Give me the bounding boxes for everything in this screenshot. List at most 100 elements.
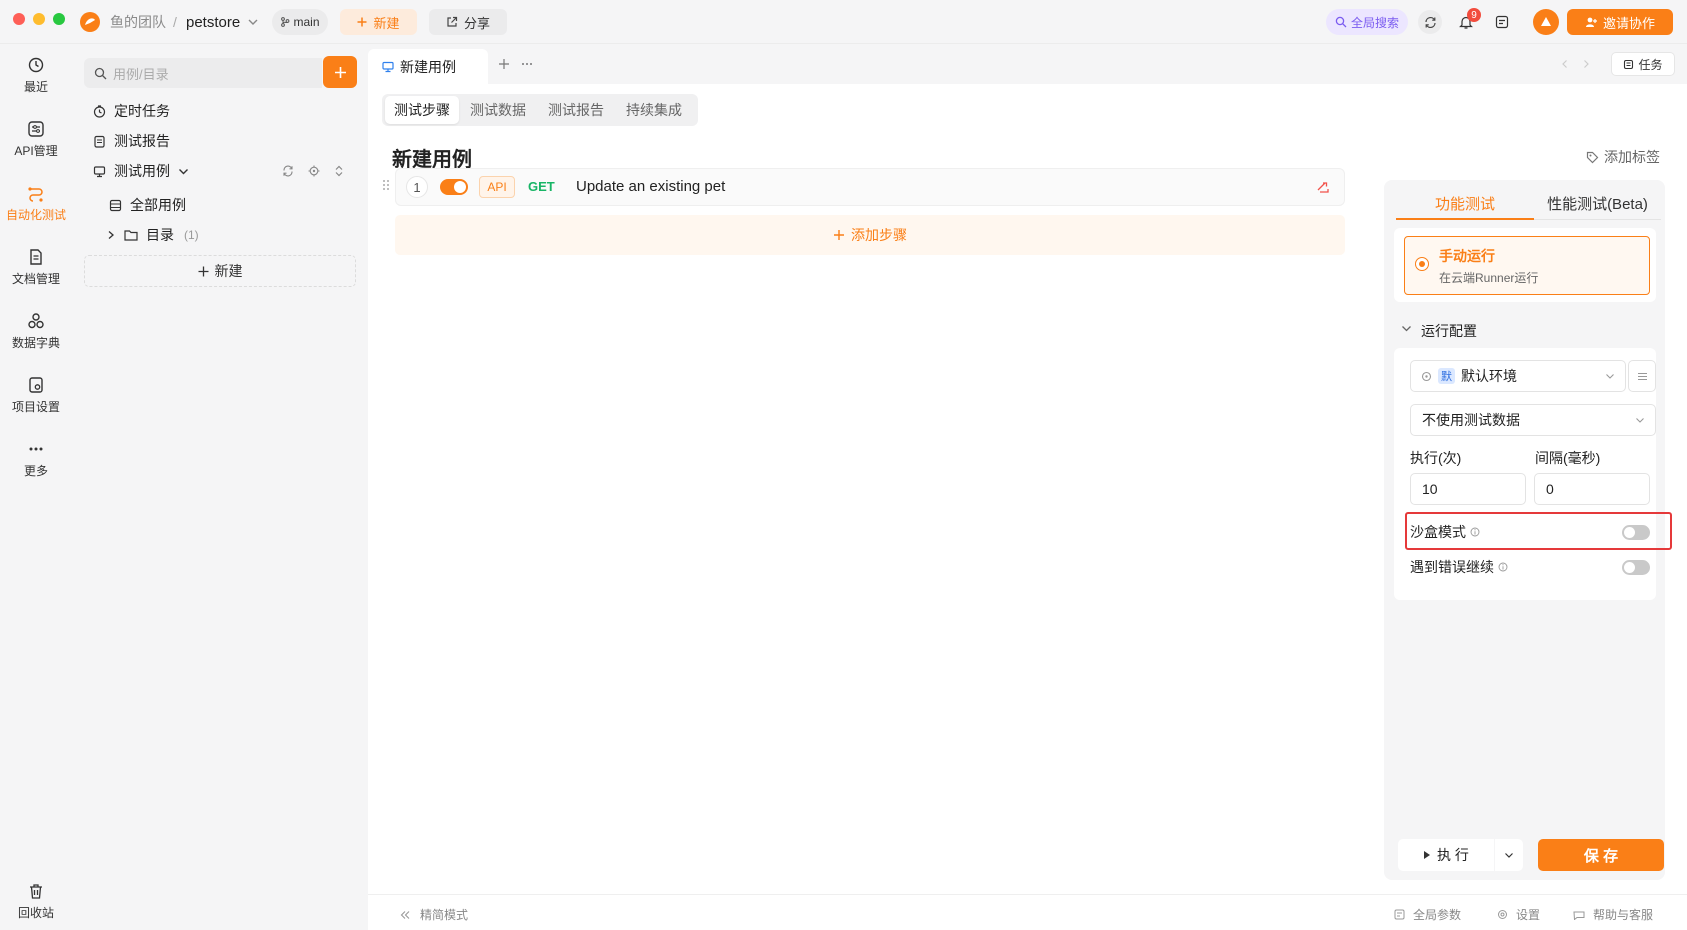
exec-count-value: 10 [1422, 481, 1438, 497]
branch-selector[interactable]: main [272, 9, 328, 35]
case-search-input[interactable]: 用例/目录 [84, 58, 322, 88]
chevron-down-icon[interactable] [1401, 323, 1412, 334]
step-sync-icon[interactable] [1316, 180, 1330, 194]
global-params-label: 全局参数 [1413, 908, 1462, 922]
user-avatar[interactable] [1533, 9, 1559, 35]
subtab-test-steps[interactable]: 测试步骤 [385, 96, 459, 124]
sandbox-mode-label: 沙盒模式 [1410, 524, 1466, 540]
rail-item-label: 自动化测试 [5, 208, 66, 222]
case-tree-panel: 用例/目录 定时任务 测试报告 测试用例 全部用例 目录 (1) 新建 [72, 44, 368, 930]
step-enable-toggle[interactable] [440, 179, 468, 195]
notification-badge: 9 [1467, 8, 1481, 22]
test-step-row[interactable]: 1 API GET Update an existing pet [395, 168, 1345, 206]
tab-performance-test[interactable]: 性能测试(Beta) [1534, 188, 1661, 220]
manual-run-option[interactable]: 手动运行 在云端Runner运行 [1404, 236, 1650, 295]
test-data-select[interactable]: 不使用测试数据 [1410, 404, 1656, 436]
rail-item-docs[interactable]: 文档管理 [0, 248, 72, 287]
search-icon [94, 67, 107, 80]
info-icon[interactable] [1498, 562, 1508, 572]
add-case-button[interactable] [323, 56, 357, 88]
rail-item-label: 数据字典 [11, 336, 60, 350]
step-name: Update an existing pet [576, 178, 726, 195]
task-button[interactable]: 任务 [1611, 52, 1675, 76]
run-options-dropdown[interactable] [1495, 839, 1523, 871]
close-window-button[interactable] [13, 13, 25, 25]
rail-item-dictionary[interactable]: 数据字典 [0, 312, 72, 351]
manual-run-subtitle: 在云端Runner运行 [1439, 271, 1539, 285]
more-tabs-icon[interactable] [521, 58, 533, 70]
tab-new-case[interactable]: 新建用例 [368, 49, 488, 84]
add-step-label: 添加步骤 [851, 227, 907, 243]
invite-collaborate-button[interactable]: 邀请协作 [1567, 9, 1673, 35]
report-icon [93, 135, 106, 148]
continue-on-error-toggle[interactable] [1622, 560, 1650, 575]
rail-item-recent[interactable]: 最近 [0, 56, 72, 95]
plus-icon [334, 66, 347, 79]
tree-item-folder[interactable]: 目录 (1) [72, 221, 368, 249]
trash-icon [27, 882, 45, 904]
add-tab-icon[interactable] [498, 58, 510, 70]
global-search-button[interactable]: 全局搜索 [1326, 9, 1408, 35]
manual-run-radio[interactable] [1415, 257, 1429, 271]
share-button[interactable]: 分享 [429, 9, 507, 35]
global-search-label: 全局搜索 [1350, 15, 1399, 30]
global-params-button[interactable]: 全局参数 [1394, 906, 1461, 923]
project-name[interactable]: petstore [186, 0, 240, 44]
settings-button[interactable]: 设置 [1497, 906, 1540, 923]
drag-handle-icon[interactable] [382, 179, 390, 193]
tree-item-all-cases[interactable]: 全部用例 [72, 191, 368, 219]
environment-manage-button[interactable] [1628, 360, 1656, 392]
add-tag-button[interactable]: 添加标签 [1586, 147, 1660, 167]
maximize-window-button[interactable] [53, 13, 65, 25]
rail-item-project-settings[interactable]: 项目设置 [0, 376, 72, 415]
chevron-down-icon[interactable] [178, 166, 189, 177]
chevron-down-icon[interactable] [248, 0, 258, 44]
breadcrumb-separator: / [173, 14, 177, 30]
info-icon[interactable] [1470, 527, 1480, 537]
new-button[interactable]: 新建 [340, 9, 417, 35]
automation-icon [27, 184, 45, 206]
tree-item-scheduled-tasks[interactable]: 定时任务 [72, 97, 368, 125]
exec-count-input[interactable]: 10 [1410, 473, 1526, 505]
compact-mode-button[interactable]: 精简模式 [400, 906, 468, 923]
run-button[interactable]: 执 行 [1398, 839, 1494, 871]
team-name[interactable]: 鱼的团队 [110, 0, 166, 44]
rail-item-label: 最近 [23, 80, 48, 94]
nav-forward-icon[interactable] [1581, 59, 1591, 69]
locate-icon[interactable] [308, 165, 320, 177]
subtab-test-data[interactable]: 测试数据 [461, 96, 535, 124]
sandbox-mode-toggle[interactable] [1622, 525, 1650, 540]
rail-item-automation[interactable]: 自动化测试 [0, 184, 72, 223]
add-tag-label: 添加标签 [1604, 149, 1660, 165]
chevron-down-icon [1605, 371, 1615, 381]
subtab-test-report[interactable]: 测试报告 [539, 96, 613, 124]
add-step-button[interactable]: 添加步骤 [395, 215, 1345, 255]
continue-on-error-row: 遇到错误继续 [1410, 557, 1508, 577]
environment-select[interactable]: 默 默认环境 [1410, 360, 1626, 392]
refresh-icon[interactable] [282, 165, 294, 177]
tree-item-label: 定时任务 [114, 103, 170, 119]
chevron-right-icon[interactable] [106, 230, 116, 240]
rail-item-more[interactable]: 更多 [0, 440, 72, 479]
gear-icon [1497, 909, 1508, 920]
sync-icon[interactable] [1418, 10, 1442, 34]
folder-count: (1) [184, 228, 199, 242]
tree-item-test-reports[interactable]: 测试报告 [72, 127, 368, 155]
run-button-label: 执 行 [1437, 847, 1469, 863]
expand-collapse-icon[interactable] [333, 165, 345, 177]
help-button[interactable]: 帮助与客服 [1573, 906, 1653, 923]
new-folder-button[interactable]: 新建 [84, 255, 356, 287]
nav-back-icon[interactable] [1560, 59, 1570, 69]
rail-item-label: API管理 [14, 144, 58, 158]
rail-item-trash[interactable]: 回收站 [0, 882, 72, 921]
tree-item-test-cases[interactable]: 测试用例 [72, 157, 368, 185]
subtab-ci[interactable]: 持续集成 [617, 96, 691, 124]
tab-functional-test[interactable]: 功能测试 [1396, 188, 1534, 220]
minimize-window-button[interactable] [33, 13, 45, 25]
manual-run-title: 手动运行 [1439, 248, 1495, 264]
rail-item-api[interactable]: API管理 [0, 120, 72, 159]
message-icon[interactable] [1490, 10, 1514, 34]
save-button[interactable]: 保 存 [1538, 839, 1664, 871]
title-bar: 鱼的团队 / petstore main 新建 分享 全局搜索 9 邀请协作 [0, 0, 1687, 44]
interval-input[interactable]: 0 [1534, 473, 1650, 505]
